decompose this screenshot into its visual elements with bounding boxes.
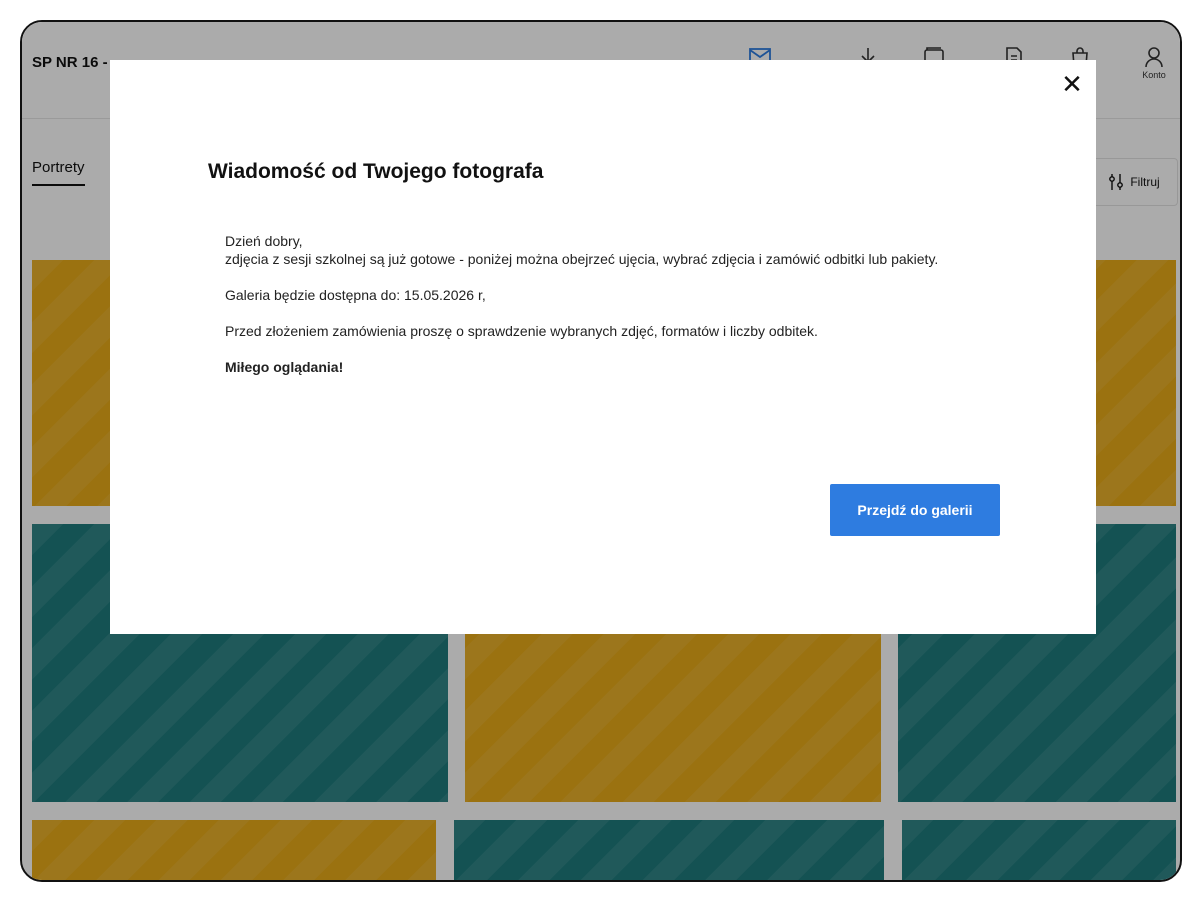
message-availability: Galeria będzie dostępna do: 15.05.2026 r… bbox=[225, 287, 486, 303]
message-closing: Miłego oglądania! bbox=[225, 359, 344, 375]
close-button[interactable]: ✕ bbox=[1058, 70, 1086, 98]
message-greeting: Dzień dobry, bbox=[225, 233, 303, 249]
dialog-title: Wiadomość od Twojego fotografa bbox=[208, 160, 544, 183]
go-to-gallery-button[interactable]: Przejdź do galerii bbox=[830, 484, 1000, 536]
photographer-message-dialog: ✕ Wiadomość od Twojego fotografa Dzień d… bbox=[110, 60, 1096, 634]
close-icon: ✕ bbox=[1061, 69, 1083, 99]
message-body: Dzień dobry, zdjęcia z sesji szkolnej są… bbox=[225, 232, 955, 376]
message-instructions: Przed złożeniem zamówienia proszę o spra… bbox=[225, 323, 818, 339]
app-window: SP NR 16 - ... Konto Portrety Filtruj ✕ … bbox=[20, 20, 1182, 882]
message-line: zdjęcia z sesji szkolnej są już gotowe -… bbox=[225, 251, 939, 267]
